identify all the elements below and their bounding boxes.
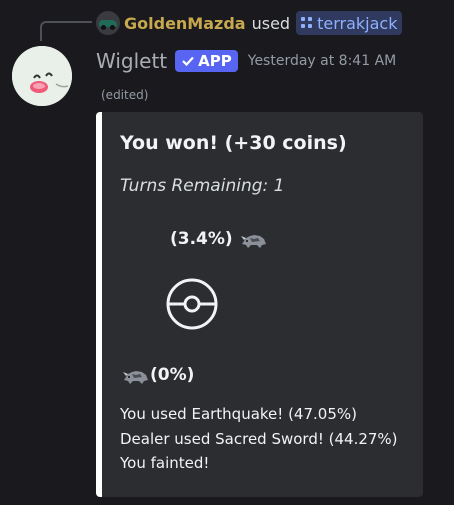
app-badge: APP — [175, 50, 238, 72]
pokeball-icon — [166, 278, 218, 330]
message-header: Wiglett APP Yesterday at 8:41 AM — [96, 47, 396, 75]
log-line: You fainted! — [120, 454, 210, 472]
embed-title: You won! (+30 coins) — [120, 132, 347, 154]
opponent-percent: (3.4%) — [170, 229, 233, 249]
message-timestamp[interactable]: Yesterday at 8:41 AM — [248, 53, 396, 69]
reply-author[interactable]: GoldenMazda — [124, 14, 246, 33]
turns-remaining: Turns Remaining: 1 — [120, 176, 285, 196]
bot-username[interactable]: Wiglett — [96, 49, 167, 73]
checkmark-icon — [182, 56, 194, 67]
player-percent: (0%) — [150, 365, 195, 385]
command-mention[interactable]: terrakjack — [296, 11, 403, 35]
bot-avatar[interactable] — [12, 46, 72, 106]
edited-label: (edited) — [101, 88, 149, 102]
rhino-pokemon-icon — [241, 235, 266, 248]
game-embed: You won! (+30 coins) Turns Remaining: 1 … — [96, 112, 423, 497]
reply-preview[interactable]: GoldenMazda used terrakjack — [96, 10, 403, 36]
wiglett-avatar-icon — [12, 46, 72, 106]
log-line: Dealer used Sacred Sword! (44.27%) — [120, 429, 398, 448]
battle-log: You used Earthquake! (47.05%) Dealer use… — [120, 402, 398, 476]
reply-verb: used — [251, 13, 291, 33]
app-badge-label: APP — [198, 52, 232, 70]
car-avatar-icon[interactable] — [96, 11, 120, 35]
command-name: terrakjack — [317, 13, 398, 33]
reply-connector — [40, 21, 92, 41]
slash-command-icon — [301, 17, 313, 29]
log-line: You used Earthquake! (47.05%) — [120, 405, 357, 423]
rhino-pokemon-icon — [123, 371, 148, 384]
